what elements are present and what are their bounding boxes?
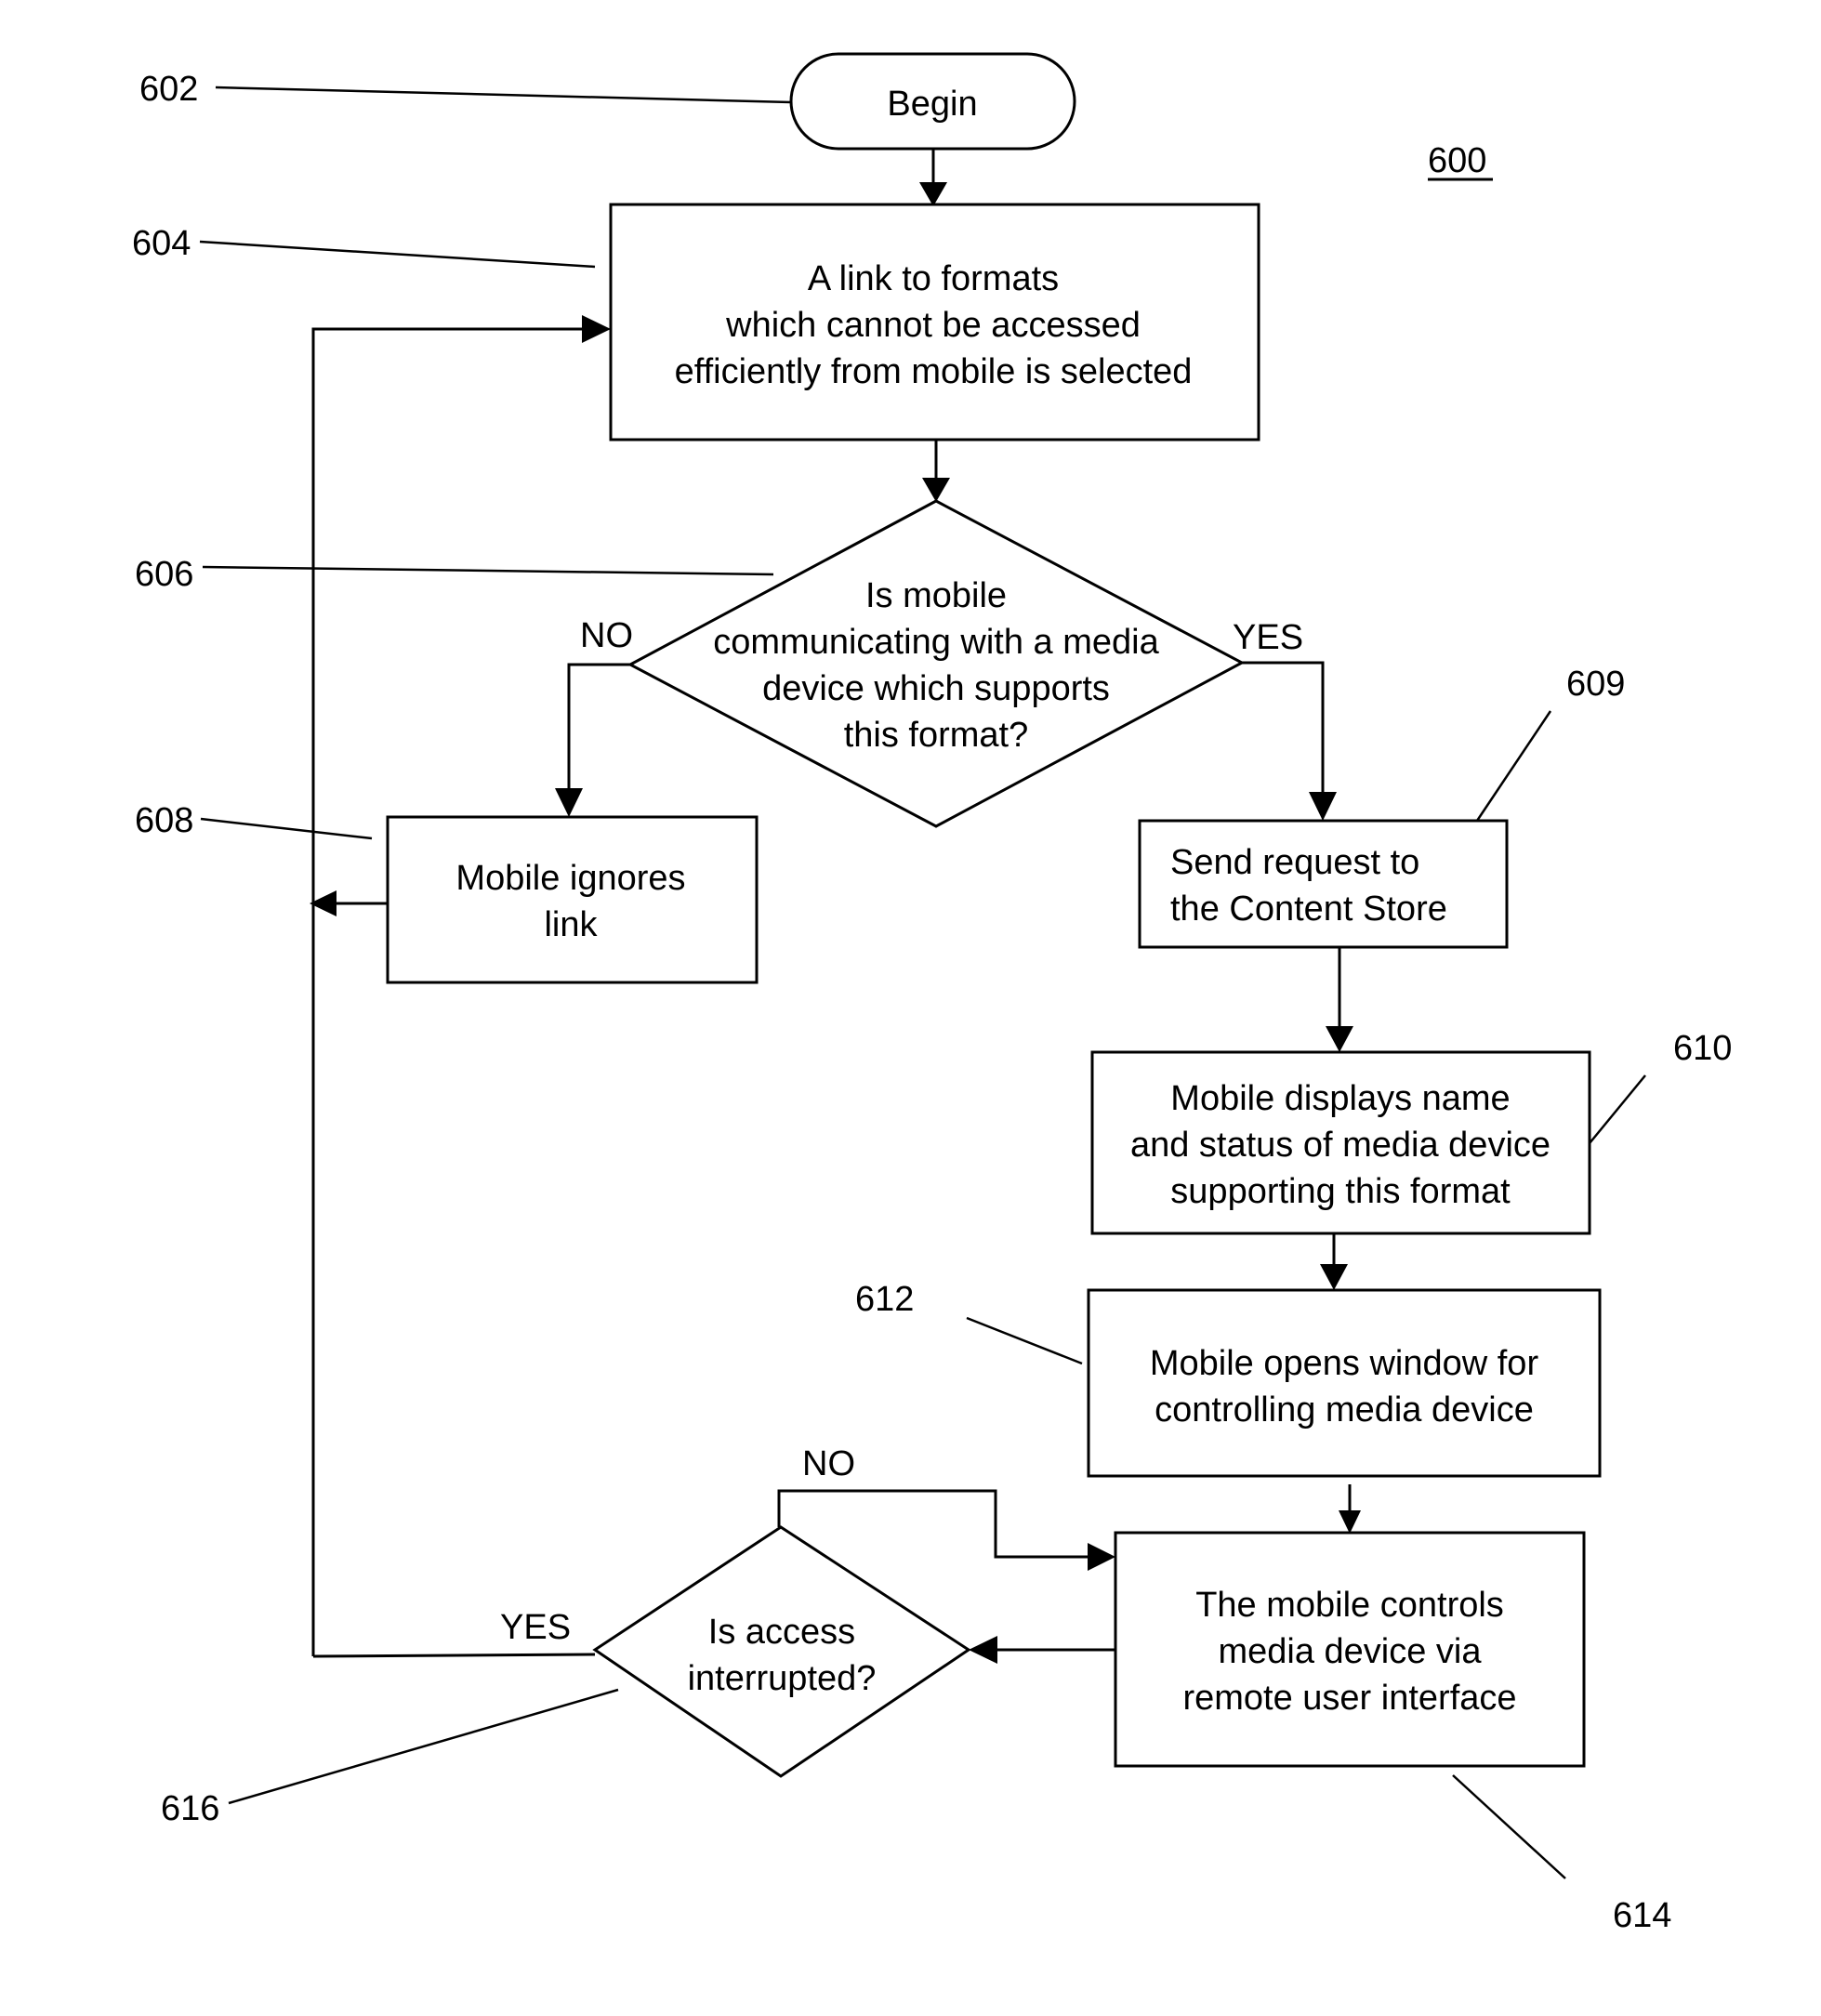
ref-616: 616 [161, 1789, 219, 1828]
ref-612: 612 [855, 1280, 914, 1319]
ignore-box [386, 815, 759, 984]
edge-606-608-no [567, 663, 630, 799]
leader-604 [199, 240, 596, 269]
edge-616-614-no [777, 1489, 1097, 1559]
arrowhead [1088, 1543, 1115, 1571]
open-window-line-2: controlling media device [1155, 1390, 1534, 1430]
ref-606: 606 [135, 555, 193, 594]
send-request-line-1: Send request to [1170, 843, 1419, 882]
flowchart: 600 Begin 602 A link to formats which ca… [132, 52, 1732, 1935]
open-window-box [1087, 1288, 1602, 1478]
leader-606 [202, 565, 774, 576]
leader-602 [215, 86, 792, 104]
media-decision-line-1: Is mobile [865, 576, 1007, 615]
leader-612 [966, 1316, 1083, 1365]
select-link-line-1: A link to formats [808, 259, 1059, 298]
display-line-1: Mobile displays name [1170, 1079, 1510, 1118]
leader-609 [1475, 710, 1552, 822]
control-line-3: remote user interface [1182, 1679, 1516, 1718]
select-link-line-2: which cannot be accessed [725, 306, 1141, 345]
arrowhead [919, 182, 947, 206]
open-window-line-1: Mobile opens window for [1150, 1344, 1539, 1383]
control-line-1: The mobile controls [1195, 1586, 1504, 1625]
send-request-line-2: the Content Store [1170, 889, 1447, 929]
ref-604: 604 [132, 224, 191, 263]
media-decision-diamond [627, 499, 1246, 828]
media-decision-yes-label: YES [1233, 618, 1303, 657]
display-line-3: supporting this format [1170, 1172, 1511, 1211]
arrowhead [582, 315, 611, 343]
control-line-2: media device via [1218, 1632, 1482, 1671]
ignore-line-2: link [544, 905, 598, 944]
ignore-line-1: Mobile ignores [455, 859, 685, 898]
media-decision-line-3: device which supports [762, 669, 1110, 708]
arrowhead [969, 1636, 997, 1664]
begin-text: Begin [887, 85, 977, 124]
ref-609: 609 [1566, 665, 1625, 704]
leader-614 [1452, 1774, 1566, 1879]
interrupt-decision-diamond [592, 1525, 971, 1778]
edge-616-loop-yes [312, 1653, 596, 1658]
leader-608 [200, 817, 373, 840]
ref-610: 610 [1673, 1029, 1732, 1068]
loop-back-line [311, 327, 595, 1656]
display-line-2: and status of media device [1130, 1126, 1550, 1165]
ref-614: 614 [1613, 1896, 1671, 1935]
interrupt-decision-line-1: Is access [708, 1613, 855, 1652]
edge-606-609-yes [1242, 661, 1325, 799]
leader-610 [1589, 1074, 1646, 1144]
interrupt-decision-line-2: interrupted? [688, 1659, 877, 1698]
select-link-line-3: efficiently from mobile is selected [675, 352, 1193, 391]
media-decision-line-2: communicating with a media [713, 623, 1159, 662]
ref-608: 608 [135, 801, 193, 840]
media-decision-no-label: NO [580, 616, 633, 655]
interrupt-decision-yes-label: YES [500, 1608, 571, 1647]
leader-616 [228, 1688, 619, 1805]
arrowhead [922, 478, 950, 502]
ref-602: 602 [139, 70, 198, 109]
arrowhead [555, 788, 583, 817]
arrowhead [1326, 1026, 1353, 1052]
interrupt-decision-no-label: NO [802, 1444, 855, 1483]
media-decision-line-4: this format? [844, 716, 1029, 755]
arrowhead [1320, 1264, 1348, 1290]
arrowhead [1339, 1510, 1361, 1534]
arrowhead [1309, 792, 1337, 821]
figure-number: 600 [1428, 141, 1486, 180]
